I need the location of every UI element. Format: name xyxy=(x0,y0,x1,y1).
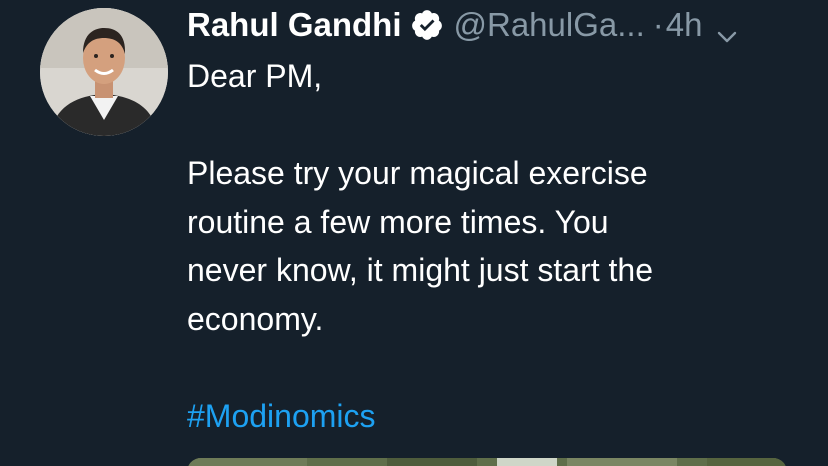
separator-dot: · xyxy=(652,6,664,43)
tweet-line: never know, it might just start the xyxy=(187,252,653,288)
tweet-text: Dear PM, Please try your magical exercis… xyxy=(187,52,797,440)
tweet-line: economy. xyxy=(187,300,324,337)
timestamp[interactable]: 4h xyxy=(666,2,703,48)
author-name[interactable]: Rahul Gandhi xyxy=(187,2,402,48)
tweet-card[interactable]: Rahul Gandhi @RahulGa... · 4h Dear PM, P… xyxy=(0,0,828,466)
avatar[interactable] xyxy=(40,8,168,136)
tweet-line: routine a few more times. You xyxy=(187,203,609,240)
author-handle[interactable]: @RahulGa... xyxy=(454,2,645,48)
avatar-photo xyxy=(40,8,168,136)
tweet-header: Rahul Gandhi @RahulGa... · 4h xyxy=(187,2,738,48)
tweet-media-image[interactable] xyxy=(187,458,787,466)
tweet-line: Please try your magical exercise xyxy=(187,155,648,191)
verified-badge-icon xyxy=(410,8,444,42)
hashtag-link[interactable]: #Modinomics xyxy=(187,392,797,441)
chevron-down-icon[interactable] xyxy=(716,14,738,43)
tweet-line: Dear PM, xyxy=(187,58,323,94)
